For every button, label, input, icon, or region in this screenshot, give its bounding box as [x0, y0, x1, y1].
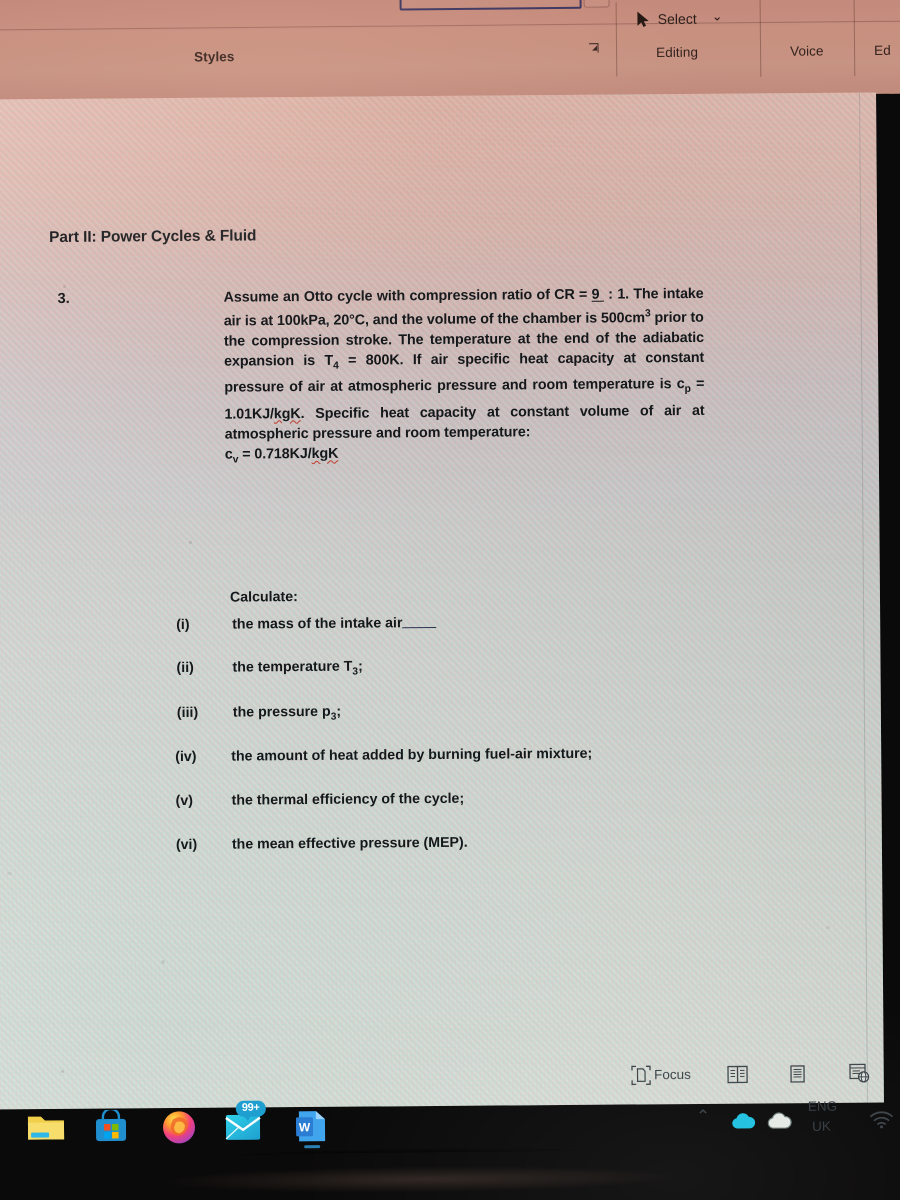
select-chevron-down-icon[interactable]: ⌄ [712, 8, 723, 24]
styles-dialog-launcher-icon[interactable] [588, 43, 600, 58]
para-part-7: c [224, 446, 233, 463]
windows-taskbar: 99+ W ⌃ ENG UK [0, 1090, 900, 1160]
read-mode-icon [727, 1065, 748, 1084]
list-item-label: the mean effective pressure (MEP). [231, 834, 468, 853]
print-layout-button[interactable] [789, 1065, 806, 1088]
calculate-label: Calculate: [229, 589, 298, 606]
ribbon-group-label-editing: Editing [656, 44, 699, 61]
list-item: (ii) the temperature T3; [176, 655, 816, 679]
question-number: 3. [57, 290, 70, 307]
word-status-bar: Focus [0, 1042, 900, 1098]
ribbon-group-label-styles: Styles [194, 49, 235, 65]
list-item-label: the pressure p [232, 703, 331, 721]
focus-mode-label: Focus [653, 1066, 691, 1083]
wifi-icon[interactable] [869, 1109, 895, 1134]
list-item-marker: (vi) [175, 836, 198, 854]
styles-gallery-more-icon[interactable]: ⌄ [583, 0, 610, 8]
word-icon-letter: W [299, 1120, 311, 1134]
document-page[interactable]: Part II: Power Cycles & Fluid 3. Assume … [0, 92, 884, 1110]
screen-speck [61, 1070, 64, 1073]
list-item-insertion-underline [402, 613, 437, 629]
read-mode-button[interactable] [727, 1065, 748, 1088]
laptop-screen-photo: ⌄ Styles Select ⌄ Editing Dictate V [0, 0, 900, 1200]
list-item: (iii) the pressure p3; [177, 700, 817, 724]
list-item-marker: (ii) [176, 659, 194, 677]
list-item-marker: (iv) [175, 748, 197, 766]
screen-speck [189, 541, 192, 544]
styles-gallery[interactable] [399, 0, 582, 11]
microsoft-store-icon[interactable] [93, 1107, 129, 1146]
list-item-marker: (iii) [176, 704, 199, 722]
screen-speck [826, 926, 830, 929]
web-layout-button[interactable] [849, 1063, 871, 1088]
para-part-8: = 0.718KJ/ [238, 445, 312, 463]
kgk-unit-1: kgK [273, 405, 301, 422]
print-layout-icon [790, 1065, 805, 1083]
language-indicator-primary[interactable]: ENG [808, 1099, 837, 1115]
compression-ratio-value: 9 [591, 286, 600, 303]
word-active-indicator [304, 1145, 321, 1149]
page-title: Part II: Power Cycles & Fluid [49, 227, 257, 247]
screen-speck [161, 960, 165, 964]
list-item-marker: (i) [176, 616, 190, 634]
file-explorer-icon[interactable] [26, 1110, 65, 1146]
list-item-suffix: ; [357, 658, 363, 675]
ribbon-group-label-voice: Voice [789, 43, 824, 59]
bezel-reflection [159, 1163, 680, 1196]
onedrive-blue-icon[interactable] [729, 1111, 757, 1136]
list-item: (i) the mass of the intake air [176, 611, 816, 633]
list-item: (vi) the mean effective pressure (MEP). [176, 832, 816, 853]
word-icon[interactable]: W [295, 1108, 332, 1144]
show-hidden-icons-button[interactable]: ⌃ [696, 1107, 710, 1126]
mail-unread-badge: 99+ [235, 1100, 266, 1117]
screen-speck [63, 285, 66, 288]
ribbon-group-label-editor: Ed [873, 42, 891, 58]
list-item-inserted-word: air [385, 615, 403, 632]
onedrive-grey-icon[interactable] [765, 1111, 793, 1136]
list-item-suffix: ; [336, 703, 342, 720]
focus-mode-icon [631, 1065, 651, 1086]
list-item-label: the thermal efficiency of the cycle; [231, 790, 465, 809]
question-paragraph: Assume an Otto cycle with compression ra… [224, 284, 705, 471]
screen-speck [7, 872, 12, 875]
list-item: (v) the thermal efficiency of the cycle; [176, 788, 816, 809]
list-item: (iv) the amount of heat added by burning … [175, 744, 815, 765]
select-button-label: Select [657, 10, 697, 28]
pointer-cursor-icon [637, 11, 649, 27]
list-item-label: the mass of the intake [232, 615, 386, 633]
list-item-label: the temperature T [232, 658, 353, 676]
kgk-unit-2: kgK [311, 445, 339, 462]
word-ribbon: ⌄ Styles Select ⌄ Editing Dictate V [0, 0, 900, 103]
list-item-marker: (v) [175, 792, 193, 810]
list-item-label: the amount of heat added by burning fuel… [231, 745, 593, 765]
document-text-area[interactable]: Part II: Power Cycles & Fluid 3. Assume … [0, 93, 884, 1110]
para-part-1: Assume an Otto cycle with compression ra… [223, 286, 592, 306]
web-layout-icon [849, 1063, 870, 1083]
language-indicator-secondary[interactable]: UK [812, 1119, 831, 1135]
firefox-icon[interactable] [160, 1108, 196, 1144]
